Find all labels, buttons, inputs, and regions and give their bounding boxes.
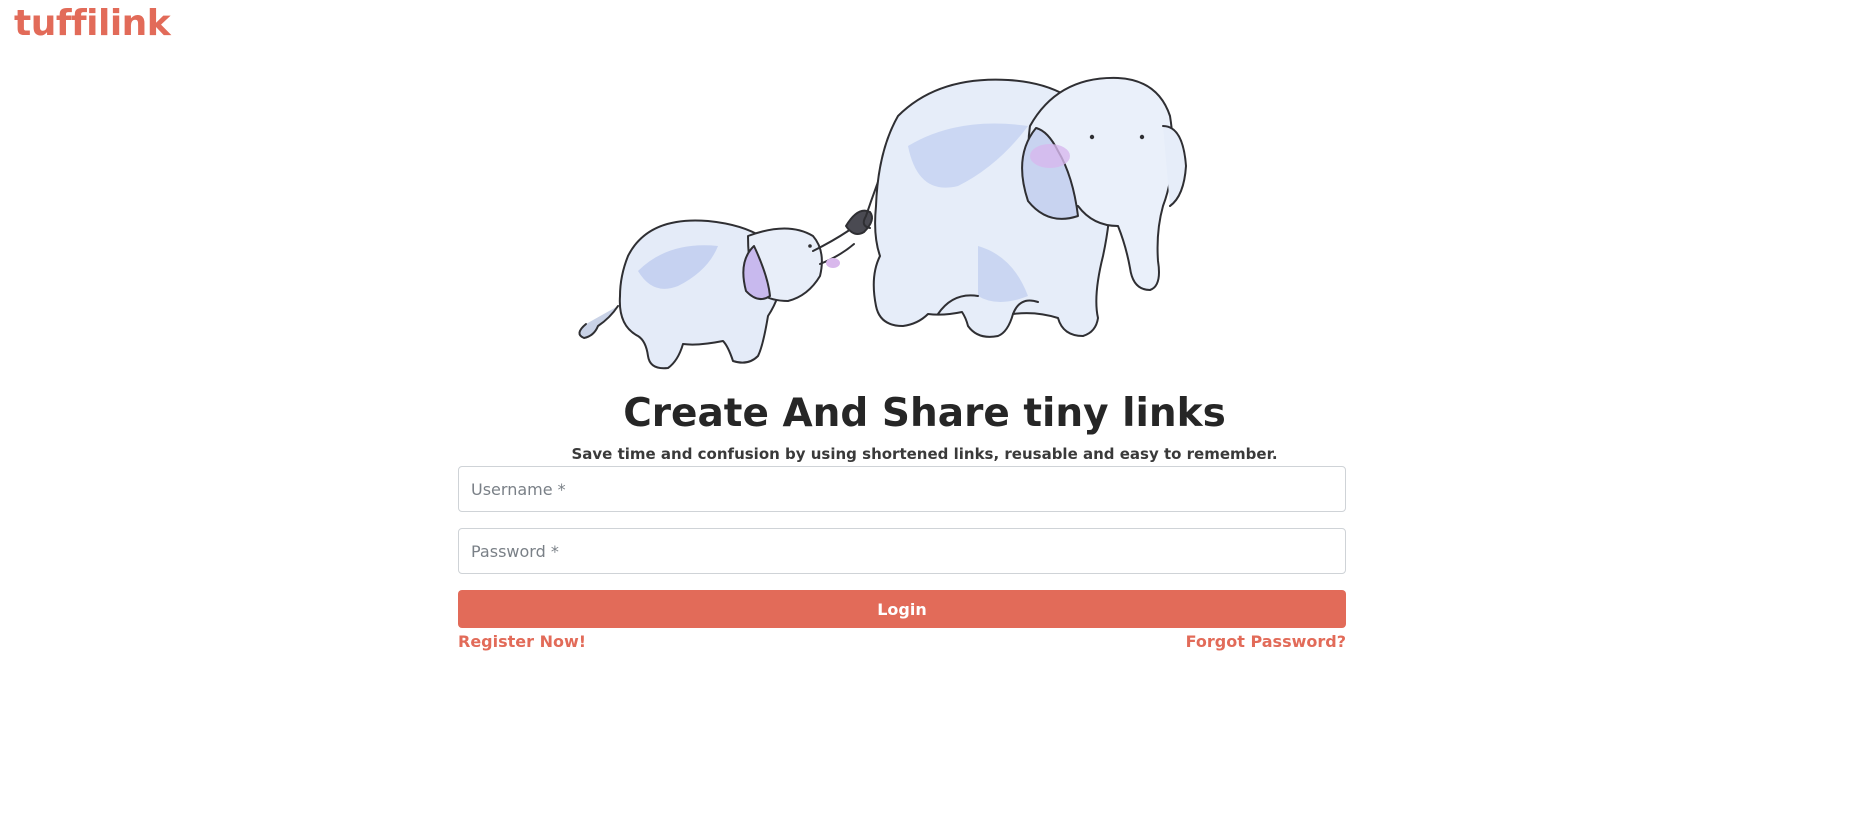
baby-elephant	[578, 209, 873, 370]
elephants-svg	[578, 76, 1187, 370]
login-form: Login Register Now! Forgot Password?	[458, 466, 1346, 651]
password-input[interactable]	[458, 528, 1346, 574]
login-button[interactable]: Login	[458, 590, 1346, 628]
forgot-password-link[interactable]: Forgot Password?	[1186, 632, 1346, 651]
auth-links: Register Now! Forgot Password?	[458, 632, 1346, 651]
page-title: Create And Share tiny links	[623, 391, 1226, 436]
brand-logo[interactable]: tuffilink	[14, 2, 171, 46]
page-subtitle: Save time and confusion by using shorten…	[571, 445, 1278, 463]
register-link[interactable]: Register Now!	[458, 632, 586, 651]
username-input[interactable]	[458, 466, 1346, 512]
mother-elephant	[862, 76, 1187, 338]
elephants-illustration	[558, 56, 1258, 386]
